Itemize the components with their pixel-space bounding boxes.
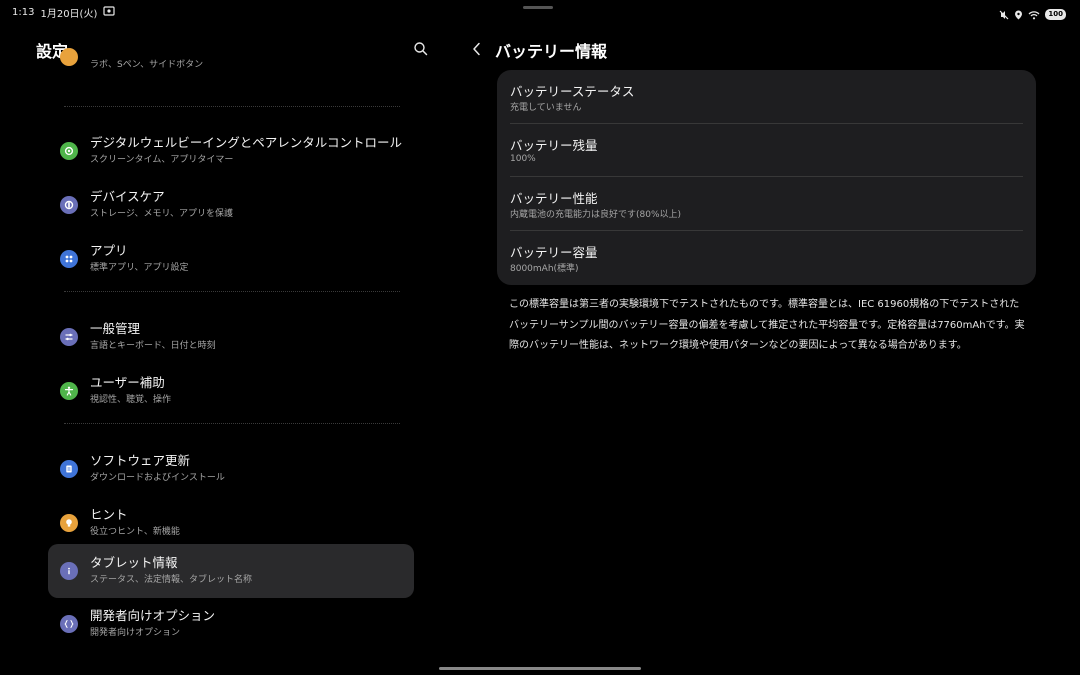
search-icon [414,42,428,56]
general-management-icon [60,328,78,346]
divider [64,291,400,292]
advanced-features-icon [60,48,78,66]
settings-item-subtitle: ダウンロードおよびインストール [90,473,225,483]
settings-item-accessibility[interactable]: ユーザー補助 視認性、聴覚、操作 [48,364,414,418]
settings-item-digital-wellbeing[interactable]: デジタルウェルビーイングとペアレンタルコントロール スクリーンタイム、アプリタイ… [48,124,414,178]
divider [64,423,400,424]
settings-item-subtitle: 言語とキーボード、日付と時刻 [90,341,216,351]
tips-icon [60,514,78,532]
battery-info-card: バッテリーステータス 充電していません バッテリー残量 100% バッテリー性能… [497,70,1036,285]
settings-item-general-management[interactable]: 一般管理 言語とキーボード、日付と時刻 [48,310,414,364]
settings-item-advanced-features[interactable]: ラボ、Sペン、サイドボタン [48,46,414,80]
battery-performance-row[interactable]: バッテリー性能 内蔵電池の充電能力は良好です(80%以上) [497,177,1036,230]
row-value: 100% [510,154,536,164]
back-button[interactable] [468,40,486,58]
settings-item-subtitle: 標準アプリ、アプリ設定 [90,263,189,273]
settings-item-title: デジタルウェルビーイングとペアレンタルコントロール [90,135,403,150]
settings-item-developer-options[interactable]: 開発者向けオプション 開発者向けオプション [48,597,414,651]
settings-item-subtitle: 開発者向けオプション [90,628,181,638]
chevron-left-icon [473,42,480,56]
settings-item-title: ヒント [90,507,128,522]
row-title: バッテリー残量 [510,138,598,153]
divider [64,106,400,107]
info-icon [60,562,78,580]
row-value: 充電していません [510,103,582,113]
location-icon [1014,5,1023,24]
row-value: 8000mAh(標準) [510,264,579,274]
settings-item-apps[interactable]: アプリ 標準アプリ、アプリ設定 [48,232,414,286]
search-button[interactable] [412,40,430,58]
row-value: 内蔵電池の充電能力は良好です(80%以上) [510,210,682,220]
settings-item-subtitle: スクリーンタイム、アプリタイマー [90,155,234,165]
wellbeing-icon [60,142,78,160]
screenshot-icon [103,6,115,19]
status-date: 1月20日(火) [40,9,98,20]
row-title: バッテリー容量 [510,245,598,260]
software-update-icon [60,460,78,478]
settings-item-subtitle: 視認性、聴覚、操作 [90,395,172,405]
settings-item-tips[interactable]: ヒント 役立つヒント、新機能 [48,496,414,550]
status-bar-right: 100 [999,5,1066,24]
screen: 1:13 1月20日(火) 100 設定 ラボ、Sペン、サイドボタン デジタルウ… [0,0,1080,675]
panel-drag-handle[interactable] [523,6,553,9]
page-title: バッテリー情報 [495,42,608,61]
status-time: 1:13 [12,7,35,18]
settings-item-subtitle: ステータス、法定情報、タブレット名称 [90,575,253,585]
wifi-icon [1028,5,1040,24]
device-care-icon [60,196,78,214]
settings-item-subtitle: 役立つヒント、新機能 [90,527,180,537]
settings-item-title: ユーザー補助 [90,375,165,390]
settings-item-title: 開発者向けオプション [90,608,216,623]
battery-status-row[interactable]: バッテリーステータス 充電していません [497,70,1036,123]
battery-capacity-row[interactable]: バッテリー容量 8000mAh(標準) [497,231,1036,284]
settings-item-tablet-info[interactable]: タブレット情報 ステータス、法定情報、タブレット名称 [48,544,414,598]
battery-indicator: 100 [1045,9,1066,20]
settings-item-title: デバイスケア [90,189,165,204]
settings-item-title: アプリ [90,243,128,258]
row-title: バッテリーステータス [510,84,635,99]
settings-item-title: 一般管理 [90,321,141,336]
settings-item-title: タブレット情報 [90,555,178,570]
settings-item-subtitle: ラボ、Sペン、サイドボタン [90,60,204,70]
settings-item-device-care[interactable]: デバイスケア ストレージ、メモリ、アプリを保護 [48,178,414,232]
settings-item-title: ソフトウェア更新 [90,453,191,468]
mute-icon [999,5,1009,24]
battery-level-row[interactable]: バッテリー残量 100% [497,124,1036,177]
row-title: バッテリー性能 [510,191,598,206]
settings-item-software-update[interactable]: ソフトウェア更新 ダウンロードおよびインストール [48,442,414,496]
status-bar-left: 1:13 1月20日(火) [12,5,115,20]
accessibility-icon [60,382,78,400]
developer-options-icon [60,615,78,633]
capacity-note: この標準容量は第三者の実験環境下でテストされたものです。標準容量とは、IEC 6… [509,299,1025,351]
settings-item-subtitle: ストレージ、メモリ、アプリを保護 [90,209,234,219]
apps-icon [60,250,78,268]
gesture-nav-bar[interactable] [439,667,641,670]
